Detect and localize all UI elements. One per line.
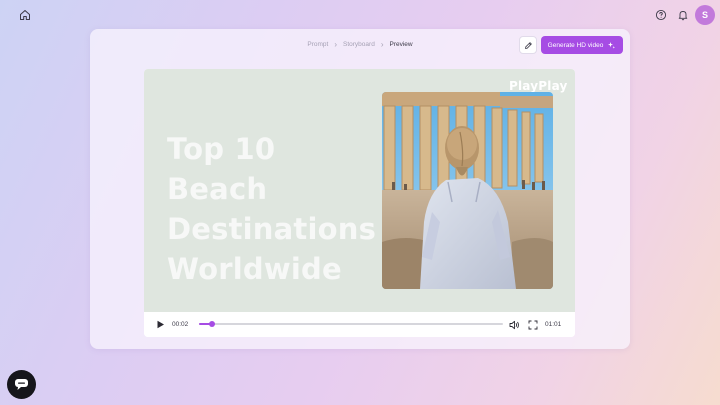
playplay-logo: PlayPlay [509,79,568,93]
sparkles-icon [608,41,616,49]
edit-button[interactable] [519,36,537,54]
volume-button[interactable] [509,312,520,337]
bell-icon[interactable] [676,8,690,22]
play-button[interactable] [156,312,165,337]
chevron-right-icon: › [380,40,384,49]
current-time: 00:02 [172,321,189,328]
breadcrumb-item-prompt[interactable]: Prompt [307,41,328,48]
home-icon[interactable] [18,8,32,22]
fullscreen-button[interactable] [528,312,538,337]
breadcrumb-item-preview: Preview [389,41,413,48]
avatar[interactable]: S [695,5,715,25]
video-frame[interactable]: Top 10 Beach Destinations Worldwide Play… [144,69,575,312]
generate-button-label: Generate HD video [547,41,604,49]
preview-card: Prompt › Storyboard › Preview Generate H… [90,29,630,349]
chat-bubble-icon [15,379,28,390]
help-circle-icon[interactable] [654,8,668,22]
progress-handle[interactable] [209,321,216,327]
chevron-right-icon: › [334,40,338,49]
generate-hd-video-button[interactable]: Generate HD video [541,36,623,54]
breadcrumb-item-storyboard[interactable]: Storyboard [343,41,375,48]
play-icon [157,320,164,329]
acropolis-photo [382,92,553,289]
pencil-icon [524,41,532,49]
chat-button[interactable] [7,370,36,399]
player-controls: 00:02 01:01 [144,312,575,337]
duration: 01:01 [545,321,562,328]
fullscreen-icon [528,320,538,329]
volume-icon [509,320,519,329]
video-player: Top 10 Beach Destinations Worldwide Play… [144,69,575,337]
video-headline: Top 10 Beach Destinations Worldwide [167,132,377,286]
avatar-initial: S [701,10,708,20]
progress-bar[interactable] [199,321,503,327]
